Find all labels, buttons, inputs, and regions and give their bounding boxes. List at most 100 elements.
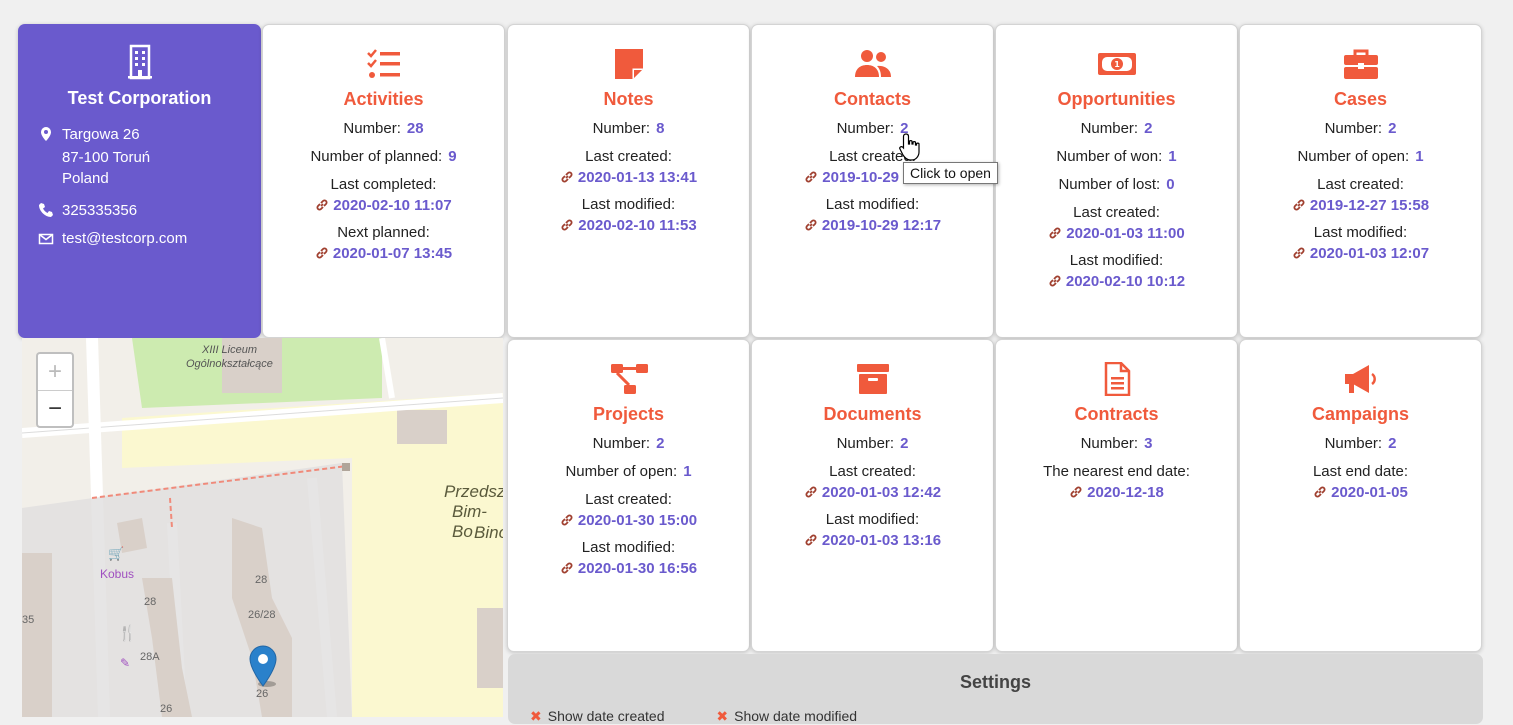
company-email[interactable]: test@testcorp.com [62,230,187,247]
end-date-label: Last end date: [1312,463,1409,480]
number-value[interactable]: 2 [1388,120,1396,137]
map-label-shop: Kobus [100,567,135,581]
link-icon [561,171,573,183]
link-icon [561,514,573,526]
last-modified-link[interactable]: 2019-10-29 12:17 [752,215,993,237]
show-date-modified-toggle[interactable]: ✖ Show date modified [716,708,881,724]
card-title[interactable]: Campaigns [1240,402,1481,426]
last-modified-link[interactable]: 2020-01-03 13:16 [752,530,993,552]
card-title[interactable]: Documents [752,402,993,426]
map-marker-icon[interactable] [247,644,279,688]
last-modified-link[interactable]: 2020-01-30 16:56 [508,558,749,580]
shop-icon: 🛒 [108,546,125,561]
settings-title: Settings [959,672,1031,692]
briefcase-icon [1341,47,1381,81]
number-label: Number: [1080,435,1139,452]
map-label-house: 26 [160,703,173,715]
card-title[interactable]: Contacts [752,87,993,111]
last-modified-link[interactable]: 2020-02-10 10:12 [996,271,1237,293]
lost-value[interactable]: 0 [1166,176,1174,193]
number-value[interactable]: 28 [407,120,424,137]
map-label-house: 26/28 [248,609,276,621]
location-map[interactable]: XIII Liceum Ogólnokształcące Przedsz Bim… [22,338,503,717]
last-created-link[interactable]: 2020-01-30 15:00 [508,510,749,532]
company-card: Test Corporation Targowa 26 87-100 Toruń… [18,24,261,338]
link-icon [561,219,573,231]
last-created-link[interactable]: 2020-01-03 12:42 [752,482,993,504]
projects-card[interactable]: Projects Number: 2 Number of open: 1 Last … [507,339,750,652]
zoom-out-button[interactable]: − [38,391,72,427]
next-planned-label: Next planned: [337,224,430,241]
open-value[interactable]: 1 [683,463,691,480]
open-value[interactable]: 1 [1415,148,1423,165]
link-icon [561,562,573,574]
planned-value[interactable]: 9 [448,148,456,165]
number-label: Number: [592,120,651,137]
map-label-school: XIII Liceum [202,344,258,356]
money-bill-icon: 1 [1097,47,1137,81]
card-title[interactable]: Activities [263,87,504,111]
end-date-label: The nearest end date: [1043,463,1190,480]
end-date-link[interactable]: 2020-12-18 [996,482,1237,504]
lost-label: Number of lost: [1058,176,1161,193]
end-date-link[interactable]: 2020-01-05 [1240,482,1481,504]
number-label: Number: [1324,435,1383,452]
zoom-in-button[interactable]: + [38,354,72,391]
last-created-label: Last created: [1073,204,1160,221]
last-modified-label: Last modified: [825,196,920,213]
card-title[interactable]: Notes [508,87,749,111]
map-label-kindergarten-1: Przedsz [444,482,503,501]
phone-icon [39,203,53,217]
number-value[interactable]: 2 [656,435,664,452]
megaphone-icon [1341,362,1381,396]
list-check-icon [364,47,404,81]
address-line-1: Targowa 26 [62,126,140,143]
notes-card[interactable]: Notes Number: 8 Last created: 2020-01-13 … [507,24,750,338]
map-label-house: 28 [255,574,268,586]
card-title[interactable]: Contracts [996,402,1237,426]
link-icon [1070,486,1082,498]
company-phone[interactable]: 325335356 [62,202,137,219]
last-completed-link[interactable]: 2020-02-10 11:07 [263,195,504,217]
last-created-link[interactable]: 2020-01-03 11:00 [996,223,1237,245]
show-date-created-toggle[interactable]: ✖ Show date created [530,708,688,724]
documents-card[interactable]: Documents Number: 2 Last created: 2020-01… [751,339,994,652]
card-title[interactable]: Projects [508,402,749,426]
cases-card[interactable]: Cases Number: 2 Number of open: 1 Last cre… [1239,24,1482,338]
won-value[interactable]: 1 [1168,148,1176,165]
last-modified-label: Last modified: [1069,252,1164,269]
last-created-link[interactable]: 2019-12-27 15:58 [1240,195,1481,217]
opportunities-card[interactable]: 1 Opportunities Number: 2 Number of won: 1… [995,24,1238,338]
number-value[interactable]: 2 [900,435,908,452]
open-label: Number of open: [565,463,678,480]
card-title[interactable]: Opportunities [996,87,1237,111]
file-text-icon [1097,362,1137,396]
last-modified-link[interactable]: 2020-02-10 11:53 [508,215,749,237]
beauty-icon: ✎ [120,656,131,670]
last-created-link[interactable]: 2020-01-13 13:41 [508,167,749,189]
map-label-house: 28A [140,651,160,663]
last-modified-link[interactable]: 2020-01-03 12:07 [1240,243,1481,265]
last-created-label: Last created: [829,463,916,480]
tooltip: Click to open [903,162,998,184]
map-label-kindergarten-3: Bino [474,523,503,542]
number-value[interactable]: 2 [1388,435,1396,452]
card-title[interactable]: Cases [1240,87,1481,111]
link-icon [1314,486,1326,498]
contracts-card[interactable]: Contracts Number: 3 The nearest end date:… [995,339,1238,652]
number-value[interactable]: 2 [1144,120,1152,137]
planned-label: Number of planned: [310,148,443,165]
campaigns-card[interactable]: Campaigns Number: 2 Last end date: 2020-0… [1239,339,1482,652]
last-modified-label: Last modified: [581,196,676,213]
number-label: Number: [1080,120,1139,137]
hand-pointer-icon [899,133,920,161]
map-zoom-control[interactable]: + − [36,352,74,428]
link-icon [1293,199,1305,211]
sticky-note-icon [609,47,649,81]
number-value[interactable]: 8 [656,120,664,137]
close-icon: ✖ [530,708,542,724]
number-value[interactable]: 3 [1144,435,1152,452]
map-label-house: 26 [256,688,269,700]
next-planned-link[interactable]: 2020-01-07 13:45 [263,243,504,265]
activities-card[interactable]: Activities Number: 28 Number of planned: 9… [262,24,505,338]
